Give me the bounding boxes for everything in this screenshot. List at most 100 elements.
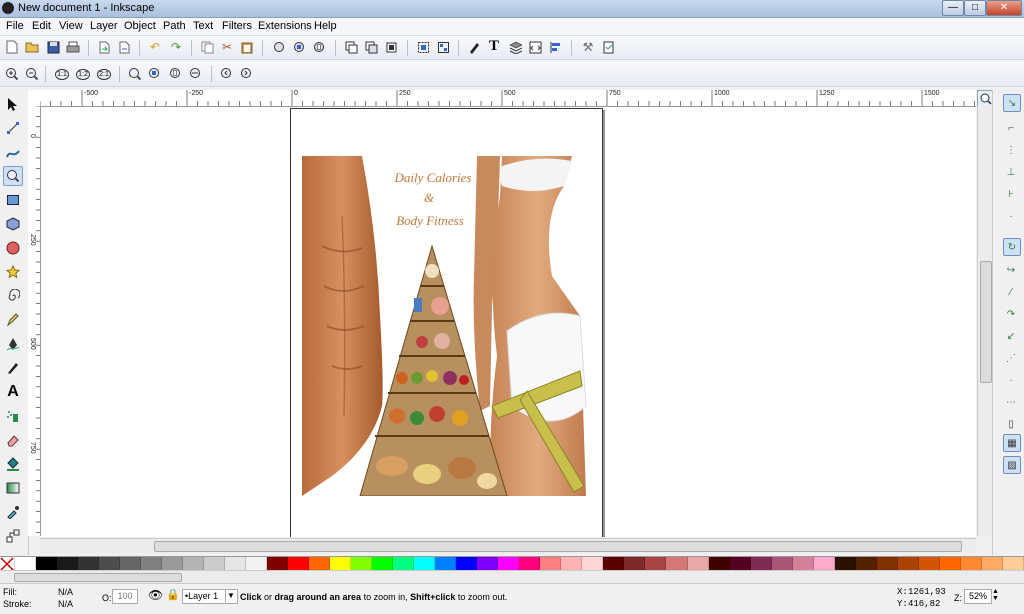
color-swatch[interactable]	[162, 557, 184, 571]
close-button[interactable]: ✕	[986, 0, 1022, 16]
color-swatch[interactable]	[183, 557, 205, 571]
clone-icon[interactable]	[362, 38, 380, 56]
opacity-input[interactable]: 100	[112, 589, 138, 604]
import-icon[interactable]	[95, 38, 113, 56]
snap-bbox-edges-icon[interactable]: ⋮	[1003, 142, 1019, 158]
color-swatch[interactable]	[435, 557, 457, 571]
document-properties-icon[interactable]	[599, 38, 617, 56]
color-swatch[interactable]	[15, 557, 37, 571]
color-swatch[interactable]	[414, 557, 436, 571]
color-swatch[interactable]	[225, 557, 247, 571]
zoom-input[interactable]: 52%	[964, 589, 992, 604]
no-paint-swatch[interactable]	[0, 557, 15, 571]
color-swatch[interactable]	[834, 557, 856, 571]
copy-icon[interactable]	[198, 38, 216, 56]
color-swatch[interactable]	[309, 557, 331, 571]
menu-edit[interactable]: Edit	[32, 20, 51, 32]
snap-guides-icon[interactable]: ▨	[1003, 456, 1021, 474]
zoom-spinner-icon[interactable]: ▲ ▼	[992, 588, 999, 602]
fill-stroke-icon[interactable]	[465, 38, 483, 56]
group-icon[interactable]	[414, 38, 432, 56]
redo-icon[interactable]: ↷	[167, 38, 185, 56]
zoom-in-icon[interactable]	[3, 65, 21, 83]
menu-object[interactable]: Object	[124, 20, 156, 32]
horizontal-ruler[interactable]: -500 -250 0 250 500 750 1000 1250 1500	[40, 90, 976, 107]
export-icon[interactable]	[115, 38, 133, 56]
drawing-canvas[interactable]: Daily Calories & Body Fitness	[41, 107, 976, 537]
selector-tool-icon[interactable]	[3, 94, 23, 114]
color-swatch[interactable]	[330, 557, 352, 571]
layer-visibility-icon[interactable]: 👁	[148, 588, 163, 602]
node-tool-icon[interactable]	[3, 118, 23, 138]
color-swatch[interactable]	[666, 557, 688, 571]
palette-scrollbar[interactable]	[0, 570, 1024, 583]
color-swatch[interactable]	[36, 557, 58, 571]
paint-bucket-tool-icon[interactable]	[3, 454, 23, 474]
minimize-button[interactable]: —	[942, 0, 964, 16]
3dbox-tool-icon[interactable]	[3, 214, 23, 234]
menu-layer[interactable]: Layer	[90, 20, 118, 32]
color-swatch[interactable]	[708, 557, 730, 571]
rectangle-tool-icon[interactable]	[3, 190, 23, 210]
zoom-selection-icon[interactable]	[270, 38, 288, 56]
menu-help[interactable]: Help	[314, 20, 337, 32]
zoom-selection-icon[interactable]	[126, 65, 144, 83]
color-swatch[interactable]	[687, 557, 709, 571]
zoom-next-icon[interactable]	[238, 65, 256, 83]
text-tool-icon[interactable]: A	[3, 382, 23, 402]
color-swatch[interactable]	[771, 557, 793, 571]
zoom-tool-icon[interactable]	[3, 166, 23, 186]
color-swatch[interactable]	[582, 557, 604, 571]
color-swatch[interactable]	[99, 557, 121, 571]
snap-smooth-nodes-icon[interactable]: ↷	[1003, 306, 1019, 322]
color-swatch[interactable]	[792, 557, 814, 571]
vertical-scrollbar-thumb[interactable]	[980, 261, 992, 383]
color-swatch[interactable]	[960, 557, 982, 571]
snap-page-border-icon[interactable]: ▯	[1003, 416, 1019, 432]
spray-tool-icon[interactable]	[3, 406, 23, 426]
open-icon[interactable]	[23, 38, 41, 56]
star-tool-icon[interactable]	[3, 262, 23, 282]
dropper-tool-icon[interactable]	[3, 502, 23, 522]
snap-intersections-icon[interactable]: ⁄	[1003, 284, 1019, 300]
vertical-scrollbar[interactable]	[977, 106, 992, 536]
unlink-clone-icon[interactable]	[382, 38, 400, 56]
pen-tool-icon[interactable]	[3, 334, 23, 354]
maximize-button[interactable]: □	[964, 0, 986, 16]
menu-path[interactable]: Path	[163, 20, 186, 32]
snap-bbox-midpoints-icon[interactable]: ⊦	[1003, 186, 1019, 202]
zoom-1-1-icon[interactable]: 1:1	[53, 65, 71, 83]
color-swatch[interactable]	[372, 557, 394, 571]
ungroup-icon[interactable]	[434, 38, 452, 56]
xml-editor-icon[interactable]	[526, 38, 544, 56]
zoom-drawing-icon[interactable]	[146, 65, 164, 83]
color-swatch[interactable]	[204, 557, 226, 571]
zoom-drawing-icon[interactable]	[290, 38, 308, 56]
align-icon[interactable]	[547, 38, 565, 56]
artwork-image[interactable]: Daily Calories & Body Fitness	[302, 156, 586, 496]
undo-icon[interactable]: ↶	[146, 38, 164, 56]
color-swatch[interactable]	[57, 557, 79, 571]
cut-icon[interactable]: ✂	[218, 38, 236, 56]
preferences-icon[interactable]: ⚒	[579, 38, 597, 56]
color-swatch[interactable]	[393, 557, 415, 571]
duplicate-icon[interactable]	[342, 38, 360, 56]
horizontal-scrollbar[interactable]	[40, 538, 976, 553]
menu-filters[interactable]: Filters	[222, 20, 252, 32]
spiral-tool-icon[interactable]	[3, 286, 23, 306]
zoom-page-icon[interactable]	[310, 38, 328, 56]
gradient-tool-icon[interactable]	[3, 478, 23, 498]
color-swatch[interactable]	[876, 557, 898, 571]
zoom-out-icon[interactable]	[23, 65, 41, 83]
horizontal-scrollbar-thumb[interactable]	[154, 541, 962, 552]
color-swatch[interactable]	[519, 557, 541, 571]
color-swatch[interactable]	[897, 557, 919, 571]
print-icon[interactable]	[64, 38, 82, 56]
color-swatch[interactable]	[603, 557, 625, 571]
snap-midpoints-icon[interactable]: ↙	[1003, 328, 1019, 344]
ellipse-tool-icon[interactable]	[3, 238, 23, 258]
color-swatch[interactable]	[729, 557, 751, 571]
color-swatch[interactable]	[624, 557, 646, 571]
color-swatch[interactable]	[540, 557, 562, 571]
zoom-previous-icon[interactable]	[218, 65, 236, 83]
